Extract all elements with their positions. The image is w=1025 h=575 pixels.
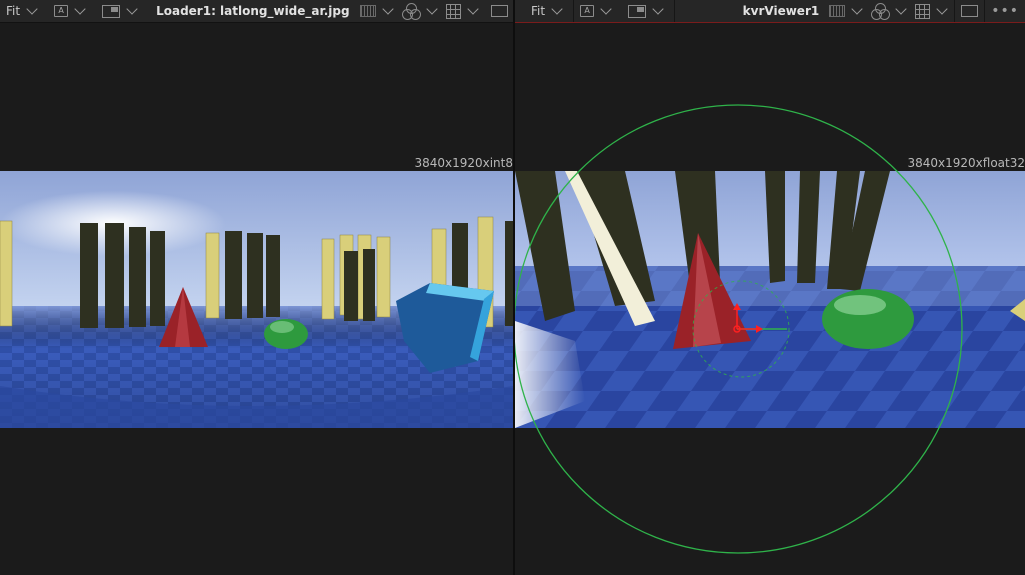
- resolution-label: 3840x1920xint8: [414, 156, 513, 170]
- chevron-down-icon: [26, 3, 38, 15]
- rect-icon: [490, 5, 508, 17]
- chevron-down-icon: [126, 3, 138, 15]
- vr-overlay: [515, 104, 963, 554]
- channel-a-icon: A: [54, 5, 69, 17]
- gizmo-y-arrow: [733, 303, 741, 310]
- latlong-render: [0, 171, 513, 428]
- viewer-title: Loader1: latlong_wide_ar.jpg: [156, 4, 350, 18]
- right-viewer[interactable]: Fit A kvrViewer1 ••• 3840x1920xfloat32: [515, 0, 1025, 575]
- fit-label: Fit: [6, 4, 21, 18]
- chevron-down-icon: [381, 3, 394, 15]
- left-viewer[interactable]: Fit A Loader1: latlong_wide_ar.jpg 3840x…: [0, 0, 513, 575]
- fit-dropdown[interactable]: Fit: [0, 0, 48, 22]
- checker-icon: [359, 5, 376, 17]
- color-dropdown[interactable]: [400, 0, 444, 22]
- chevron-down-icon: [466, 3, 479, 15]
- view-mode-dropdown[interactable]: [96, 0, 148, 22]
- grid-icon: [445, 3, 461, 19]
- chevron-down-icon: [425, 3, 438, 15]
- grid-dropdown[interactable]: [444, 0, 485, 22]
- roi-button[interactable]: [485, 0, 513, 22]
- latlong-image[interactable]: [0, 171, 513, 428]
- gizmo-x-arrow: [756, 325, 763, 333]
- chevron-down-icon: [74, 3, 86, 15]
- left-viewer-toolbar: Fit A Loader1: latlong_wide_ar.jpg: [0, 0, 513, 23]
- window-icon: [102, 4, 121, 18]
- checker-dropdown[interactable]: [358, 0, 400, 22]
- color-wheel-icon: [401, 3, 421, 20]
- channel-dropdown[interactable]: A: [48, 0, 96, 22]
